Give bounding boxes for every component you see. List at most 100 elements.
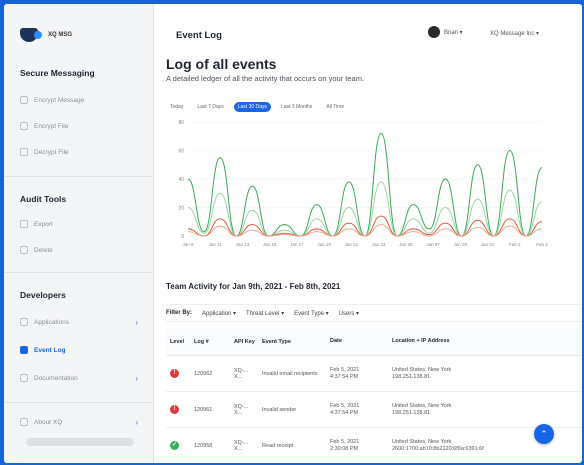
chart-icon <box>20 346 28 354</box>
sidebar-item-encrypt-message[interactable]: Encrypt Message <box>20 92 142 108</box>
y-tick-label: 20 <box>178 206 184 212</box>
info-icon <box>20 418 28 426</box>
x-tick-label: Jan 23 <box>372 242 386 247</box>
event-table: Level Log # API Key Event Type Date Loca… <box>166 328 582 463</box>
section-secure-messaging: Secure Messaging <box>20 68 95 78</box>
log-title: Log of all events <box>166 56 277 72</box>
avatar <box>428 26 440 38</box>
table-row[interactable]: ✓ 120958 XQ-... X... Read receipt Feb 5, 202… <box>166 428 582 463</box>
col-location[interactable]: Location + IP Address <box>392 338 522 345</box>
cell-date: Feb 5, 2021 4:37:54 PM <box>330 366 360 380</box>
user-name: Brian ▾ <box>444 29 463 36</box>
table-row[interactable]: ! 120962 XQ-... X... Invalid email recipien… <box>166 356 582 392</box>
range-tab-7-days[interactable]: Last 7 Days <box>193 102 227 112</box>
cell-level: ! <box>166 405 194 414</box>
x-tick-label: Jan 11 <box>209 242 223 247</box>
filter-users[interactable]: Users ▾ <box>339 310 359 317</box>
x-tick-label: Jan 19 <box>317 242 331 247</box>
cell-api: XQ-... X... <box>234 439 249 452</box>
sidebar-divider <box>4 176 154 177</box>
chevron-right-icon: › <box>135 373 138 383</box>
sidebar-item-documentation[interactable]: Documentation › <box>20 370 142 386</box>
sidebar-item-encrypt-file[interactable]: Encrypt File <box>20 118 142 134</box>
sidebar-divider <box>4 402 154 403</box>
y-tick-label: 60 <box>178 149 184 155</box>
x-tick-label: Jan 25 <box>399 242 413 247</box>
trash-icon <box>20 246 28 254</box>
cell-loc: United States, New York 198.251.138.81 <box>392 402 452 416</box>
file-lock-icon <box>20 122 28 130</box>
range-tab-today[interactable]: Today <box>166 102 187 112</box>
cell-log: 120958 <box>194 442 213 449</box>
key-icon <box>20 148 28 156</box>
table-body: ! 120962 XQ-... X... Invalid email recipien… <box>166 356 582 463</box>
y-tick-label: 40 <box>178 177 184 183</box>
org-selector[interactable]: XQ Message Inc ▾ <box>490 30 539 37</box>
range-tab-all-time[interactable]: All Time <box>322 102 348 112</box>
cell-log: 120961 <box>194 406 213 413</box>
page-title: Event Log <box>176 30 222 41</box>
cell-level: ! <box>166 369 194 378</box>
check-icon: ✓ <box>170 441 179 450</box>
document-icon <box>20 374 28 382</box>
filter-event-type[interactable]: Event Type ▾ <box>294 310 329 317</box>
cell-loc: United States, New York 2600:1700:ab10:8… <box>392 438 484 452</box>
filter-label: Filter By: <box>166 310 193 316</box>
chevron-right-icon: › <box>135 317 138 327</box>
activity-title: Team Activity for Jan 9th, 2021 - Feb 8t… <box>166 282 341 291</box>
x-tick-label: Jan 27 <box>426 242 440 247</box>
app-window: XQ MSG Secure Messaging Encrypt Message … <box>4 4 582 463</box>
log-subtitle: A detailed ledger of all the activity th… <box>166 74 365 83</box>
user-menu[interactable]: Brian ▾ <box>428 26 463 38</box>
scroll-top-button[interactable]: ⌃ <box>534 424 554 444</box>
table-row[interactable]: ! 120961 XQ-... X... Invalid sender Feb 5, 2… <box>166 392 582 428</box>
col-api-key[interactable]: API Key <box>234 339 262 345</box>
cell-api: XQ-... X... <box>234 367 249 380</box>
filter-threat-level[interactable]: Threat Level ▾ <box>246 310 284 317</box>
cell-date: Feb 5, 2021 2:30:08 PM <box>330 438 360 452</box>
main-content: Log of all events A detailed ledger of a… <box>154 48 582 463</box>
section-developers: Developers <box>20 290 66 300</box>
sidebar-item-event-log[interactable]: Event Log <box>20 342 142 358</box>
export-icon <box>20 220 28 228</box>
col-date[interactable]: Date <box>330 338 392 345</box>
range-tab-30-days[interactable]: Last 30 Days <box>233 102 271 112</box>
error-icon: ! <box>170 405 179 414</box>
sidebar-item-delete[interactable]: Delete <box>20 242 142 258</box>
x-tick-label: Jan 13 <box>236 242 250 247</box>
cell-loc: United States, New York 198.251.138.81 <box>392 366 452 380</box>
chevron-up-icon: ⌃ <box>540 429 548 439</box>
filter-bar: Filter By: Application ▾ Threat Level ▾ … <box>166 304 582 322</box>
sidebar: XQ MSG Secure Messaging Encrypt Message … <box>4 4 154 463</box>
col-event-type[interactable]: Event Type <box>262 339 330 345</box>
range-tabs: Today Last 7 Days Last 30 Days Last 3 Mo… <box>166 102 348 112</box>
cell-type: Invalid email recipients <box>262 370 318 377</box>
sidebar-scrollbar[interactable] <box>26 438 134 446</box>
error-icon: ! <box>170 369 179 378</box>
cell-log: 120962 <box>194 370 213 377</box>
sidebar-item-decrypt-file[interactable]: Decrypt File <box>20 144 142 160</box>
sidebar-item-applications[interactable]: Applications › <box>20 314 142 330</box>
section-audit-tools: Audit Tools <box>20 194 67 204</box>
apps-icon <box>20 318 28 326</box>
cell-level: ✓ <box>166 441 194 450</box>
x-tick-label: Jan 15 <box>263 242 277 247</box>
series-line-0 <box>187 132 543 237</box>
sidebar-item-export[interactable]: Export <box>20 216 142 232</box>
x-tick-label: Jan 29 <box>454 242 468 247</box>
cell-date: Feb 5, 2021 4:37:54 PM <box>330 402 360 416</box>
filter-application[interactable]: Application ▾ <box>202 310 236 317</box>
col-log[interactable]: Log # <box>194 339 234 345</box>
cell-type: Read receipt <box>262 442 294 449</box>
logo[interactable]: XQ MSG <box>20 28 72 42</box>
range-tab-3-months[interactable]: Last 3 Months <box>277 102 316 112</box>
event-line-chart: 0 20 40 60 80 Jan 9 Jan 11 Jan 13 Jan 15 Jan 17 Ja… <box>178 120 548 247</box>
x-tick-label: Feb 2 <box>509 242 521 247</box>
sidebar-divider <box>4 272 154 273</box>
y-tick-label: 80 <box>178 120 184 126</box>
x-tick-label: Feb 4 <box>536 242 548 247</box>
sidebar-item-about[interactable]: About XQ › <box>20 414 142 430</box>
y-tick-label: 0 <box>181 234 184 240</box>
table-header: Level Log # API Key Event Type Date Loca… <box>166 328 582 356</box>
col-level[interactable]: Level <box>166 339 194 345</box>
